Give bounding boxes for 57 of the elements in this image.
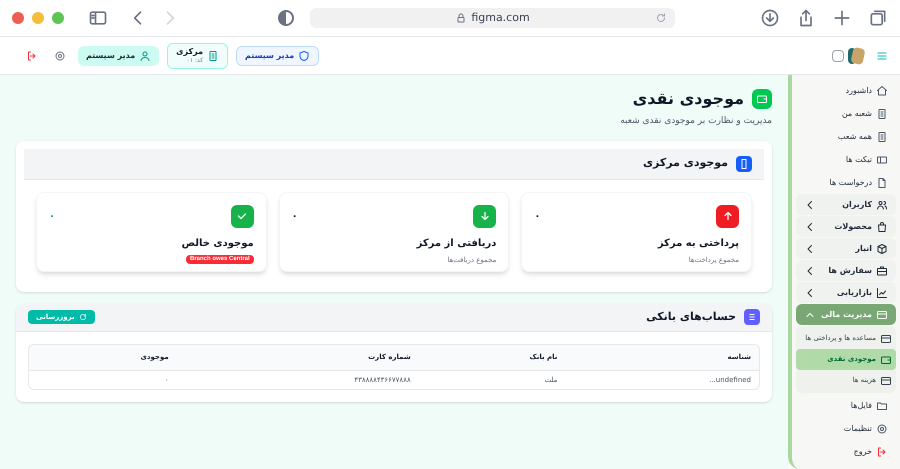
refresh-icon	[78, 313, 87, 321]
branch-name: مرکزی	[176, 46, 204, 57]
url-text: figma.com	[471, 10, 530, 26]
sidebar-group[interactable]: محصولات	[796, 216, 896, 237]
tabs-icon[interactable]	[868, 8, 888, 28]
menu-item-icon	[880, 354, 892, 366]
sidebar-item[interactable]: تنظیمات	[796, 417, 896, 440]
logout-icon[interactable]	[26, 50, 38, 62]
menu-item-icon	[876, 220, 888, 232]
wallet-icon	[752, 89, 772, 109]
menu-item-icon	[876, 176, 888, 188]
menu-item-icon	[876, 108, 888, 120]
stat-title: موجودی خالص	[182, 236, 254, 250]
stat-value: ۰	[49, 210, 56, 224]
menu-item-icon	[880, 374, 892, 386]
window-control-icon[interactable]	[12, 12, 24, 24]
section-title: حساب‌های بانکی	[646, 308, 736, 325]
sidebar-item[interactable]: تیکت ها	[796, 148, 896, 171]
sidebar-item[interactable]: خروج	[796, 440, 896, 463]
new-tab-icon[interactable]	[832, 8, 852, 28]
menu-item-icon	[876, 242, 888, 254]
logout-icon	[876, 446, 888, 458]
menu-item-icon	[876, 286, 888, 298]
menu-item-icon	[876, 264, 888, 276]
menu-item-icon	[876, 308, 888, 320]
menu-item-icon	[876, 154, 888, 166]
lock-icon	[455, 12, 468, 24]
sidebar-item[interactable]: درخواست ها	[796, 171, 896, 194]
page-subtitle: مدیریت و نظارت بر موجودی نقدی شعبه	[619, 115, 772, 128]
sidebar-group[interactable]: انبار	[796, 238, 896, 259]
section-title: موجودی مرکزی	[642, 155, 728, 172]
settings-icon[interactable]	[54, 50, 66, 62]
stat-value: ۰	[292, 210, 298, 224]
sidebar-item[interactable]: شعبه من	[796, 102, 896, 125]
sidebar-item[interactable]: فایل‌ها	[796, 394, 896, 417]
menu-item-icon	[876, 84, 888, 96]
user-button[interactable]: مدیر سیستم	[78, 46, 160, 66]
download-icon[interactable]	[760, 8, 780, 28]
menu-item-icon	[876, 422, 888, 434]
address-bar[interactable]: figma.com	[310, 8, 675, 28]
user-icon	[139, 50, 152, 62]
menu-item-icon	[880, 332, 892, 344]
menu-item-icon	[876, 400, 888, 412]
sidebar-group[interactable]: بازاریابی	[796, 282, 896, 303]
list-icon	[744, 309, 760, 325]
role-badge: مدیر سیستم	[236, 46, 320, 66]
logo-drawing	[832, 48, 864, 64]
sidebar-item[interactable]: داشبورد	[796, 79, 896, 102]
sidebar-group[interactable]: کاربران	[796, 194, 896, 215]
stat-value: ۰	[534, 210, 540, 224]
menu-item-icon	[876, 130, 888, 142]
sidebar-item[interactable]: همه شعب	[796, 125, 896, 148]
page-title: موجودی نقدی	[632, 88, 744, 110]
stat-title: دریافتی از مرکز	[416, 236, 496, 250]
stat-title: پرداختی به مرکز	[658, 236, 739, 250]
menu-item-icon	[876, 198, 888, 210]
sidebar-group[interactable]: سفارش ها	[796, 260, 896, 281]
